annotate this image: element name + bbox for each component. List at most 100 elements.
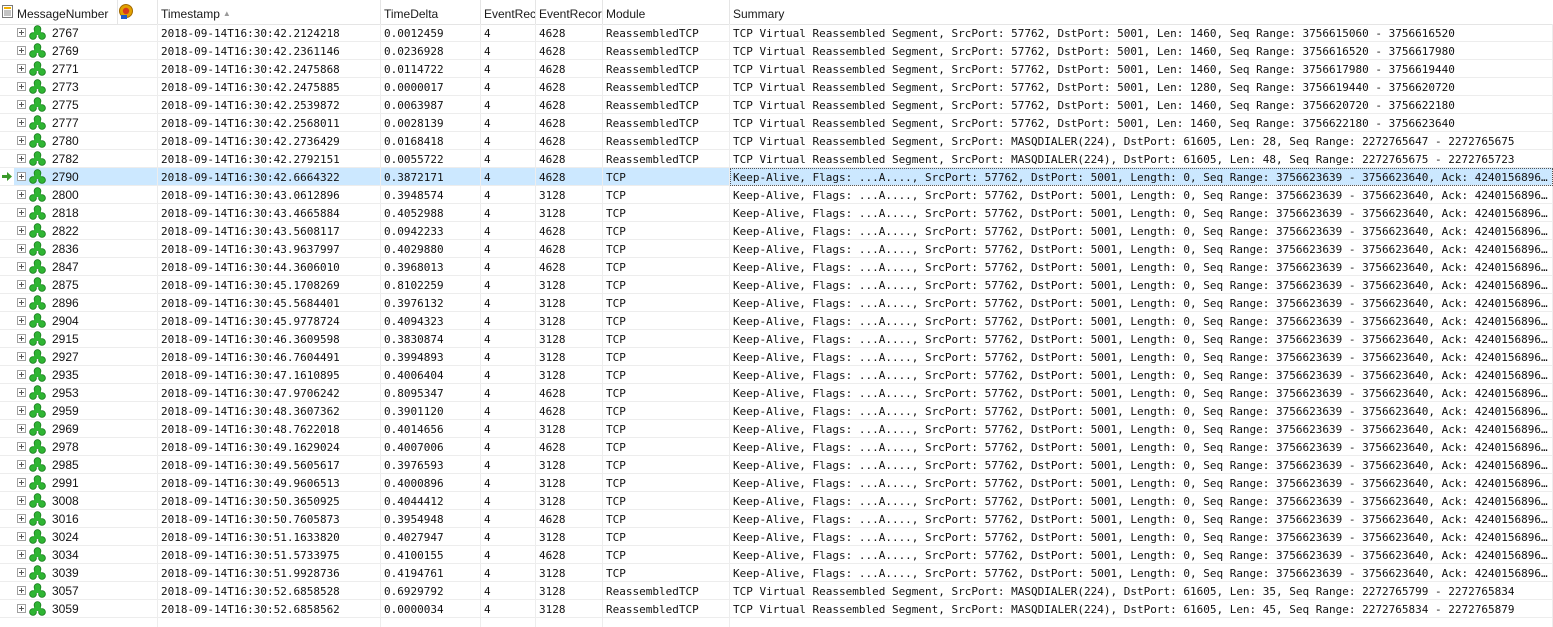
event-rec-cell: 4 [481,78,536,96]
sort-ascending-icon: ▲ [222,9,231,18]
event-rec-cell: 4 [481,294,536,312]
message-number-cell: 2800 [0,186,158,204]
table-row[interactable]: 2777 2018-09-14T16:30:42.2568011 0.0028139… [0,114,1553,132]
table-row[interactable]: 2896 2018-09-14T16:30:45.5684401 0.3976132… [0,294,1553,312]
table-row[interactable]: 2836 2018-09-14T16:30:43.9637997 0.4029880… [0,240,1553,258]
summary-cell: Keep-Alive, Flags: ...A...., SrcPort: 57… [730,204,1553,222]
expand-row-icon[interactable] [17,370,26,379]
table-row[interactable]: 2771 2018-09-14T16:30:42.2475868 0.0114722… [0,60,1553,78]
table-row[interactable]: 2985 2018-09-14T16:30:49.5605617 0.3976593… [0,456,1553,474]
event-recor-cell: 3128 [536,366,603,384]
table-row[interactable]: 2767 2018-09-14T16:30:42.2124218 0.0012459… [0,24,1553,42]
expand-row-icon[interactable] [17,460,26,469]
protocol-stack-icon [29,403,46,418]
expand-row-icon[interactable] [17,604,26,613]
table-row[interactable]: 2773 2018-09-14T16:30:42.2475885 0.0000017… [0,78,1553,96]
message-number: 2767 [52,26,79,40]
event-rec-cell: 4 [481,510,536,528]
summary-cell: TCP Virtual Reassembled Segment, SrcPort… [730,582,1553,600]
expand-row-icon[interactable] [17,316,26,325]
message-number: 3059 [52,602,79,616]
expand-row-icon[interactable] [17,406,26,415]
expand-row-icon[interactable] [17,82,26,91]
table-row[interactable]: 3059 2018-09-14T16:30:52.6858562 0.0000034… [0,600,1553,618]
expand-row-icon[interactable] [17,424,26,433]
table-row[interactable]: 2991 2018-09-14T16:30:49.9606513 0.4000896… [0,474,1553,492]
table-row[interactable] [0,618,1553,627]
expand-row-icon[interactable] [17,226,26,235]
table-row[interactable]: 3034 2018-09-14T16:30:51.5733975 0.4100155… [0,546,1553,564]
expand-row-icon[interactable] [17,172,26,181]
column-header-event-recor[interactable]: EventRecor [536,0,603,24]
table-row[interactable]: 2790 2018-09-14T16:30:42.6664322 0.3872171… [0,168,1553,186]
expand-row-icon[interactable] [17,118,26,127]
expand-row-icon[interactable] [17,478,26,487]
table-row[interactable]: 2780 2018-09-14T16:30:42.2736429 0.0168418… [0,132,1553,150]
column-header-module[interactable]: Module [603,0,730,24]
expand-row-icon[interactable] [17,190,26,199]
column-chooser-icon[interactable] [2,5,13,18]
expand-row-icon[interactable] [17,568,26,577]
table-row[interactable]: 2818 2018-09-14T16:30:43.4665884 0.4052988… [0,204,1553,222]
protocol-stack-icon [29,97,46,112]
message-number: 2969 [52,422,79,436]
expand-row-icon[interactable] [17,298,26,307]
message-number-cell: 2935 [0,366,158,384]
column-header-diagnosis[interactable] [118,0,158,24]
table-row[interactable]: 2927 2018-09-14T16:30:46.7604491 0.3994893… [0,348,1553,366]
table-row[interactable]: 2959 2018-09-14T16:30:48.3607362 0.3901120… [0,402,1553,420]
table-row[interactable]: 2904 2018-09-14T16:30:45.9778724 0.4094323… [0,312,1553,330]
table-row[interactable]: 3039 2018-09-14T16:30:51.9928736 0.4194761… [0,564,1553,582]
table-row[interactable]: 2875 2018-09-14T16:30:45.1708269 0.8102259… [0,276,1553,294]
timestamp-cell: 2018-09-14T16:30:52.6858562 [158,600,381,618]
table-row[interactable]: 2800 2018-09-14T16:30:43.0612896 0.3948574… [0,186,1553,204]
table-row[interactable]: 3008 2018-09-14T16:30:50.3650925 0.4044412… [0,492,1553,510]
expand-row-icon[interactable] [17,388,26,397]
message-number: 3034 [52,548,79,562]
expand-row-icon[interactable] [17,64,26,73]
column-header-timestamp[interactable]: Timestamp ▲ [158,0,381,24]
column-header-time-delta[interactable]: TimeDelta [381,0,481,24]
event-rec-cell: 4 [481,60,536,78]
table-row[interactable]: 2978 2018-09-14T16:30:49.1629024 0.4007006… [0,438,1553,456]
expand-row-icon[interactable] [17,352,26,361]
expand-row-icon[interactable] [17,514,26,523]
table-row[interactable]: 2782 2018-09-14T16:30:42.2792151 0.0055722… [0,150,1553,168]
expand-row-icon[interactable] [17,496,26,505]
table-row[interactable]: 2915 2018-09-14T16:30:46.3609598 0.3830874… [0,330,1553,348]
table-row[interactable]: 3057 2018-09-14T16:30:52.6858528 0.6929792… [0,582,1553,600]
expand-row-icon[interactable] [17,532,26,541]
event-rec-cell: 4 [481,204,536,222]
expand-row-icon[interactable] [17,262,26,271]
expand-row-icon[interactable] [17,442,26,451]
table-row[interactable]: 2935 2018-09-14T16:30:47.1610895 0.4006404… [0,366,1553,384]
expand-row-icon[interactable] [17,334,26,343]
table-row[interactable]: 3016 2018-09-14T16:30:50.7605873 0.3954948… [0,510,1553,528]
column-header-message-number[interactable]: MessageNumber [14,0,118,24]
expand-row-icon[interactable] [17,154,26,163]
table-row[interactable]: 3024 2018-09-14T16:30:51.1633820 0.4027947… [0,528,1553,546]
table-row[interactable]: 2775 2018-09-14T16:30:42.2539872 0.0063987… [0,96,1553,114]
event-rec-cell: 4 [481,276,536,294]
module-cell: ReassembledTCP [603,24,730,42]
expand-row-icon[interactable] [17,136,26,145]
expand-row-icon[interactable] [17,244,26,253]
expand-row-icon[interactable] [17,100,26,109]
expand-row-icon[interactable] [17,586,26,595]
column-header-event-rec[interactable]: EventRec [481,0,536,24]
expand-row-icon[interactable] [17,208,26,217]
event-recor-cell: 4628 [536,60,603,78]
table-row[interactable]: 2822 2018-09-14T16:30:43.5608117 0.0942233… [0,222,1553,240]
column-header-summary[interactable]: Summary [730,0,1553,24]
expand-row-icon[interactable] [17,46,26,55]
expand-row-icon[interactable] [17,28,26,37]
expand-row-icon[interactable] [17,550,26,559]
table-row[interactable]: 2847 2018-09-14T16:30:44.3606010 0.3968013… [0,258,1553,276]
table-row[interactable]: 2769 2018-09-14T16:30:42.2361146 0.0236928… [0,42,1553,60]
expand-row-icon[interactable] [17,280,26,289]
message-number: 2800 [52,188,79,202]
table-row[interactable]: 2953 2018-09-14T16:30:47.9706242 0.8095347… [0,384,1553,402]
module-cell: TCP [603,492,730,510]
module-cell: TCP [603,204,730,222]
table-row[interactable]: 2969 2018-09-14T16:30:48.7622018 0.4014656… [0,420,1553,438]
